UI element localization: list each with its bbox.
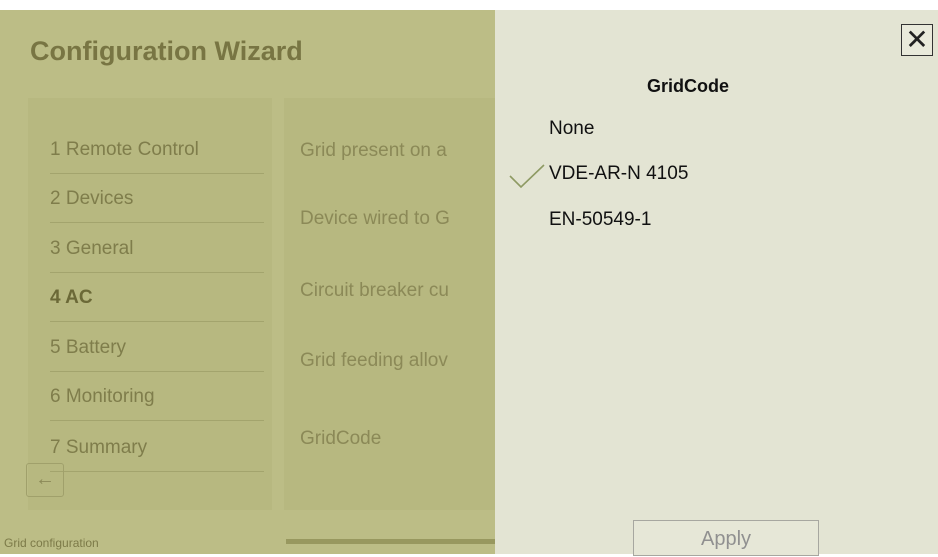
option-none[interactable]: None [549,118,594,140]
page-title: Configuration Wizard [30,36,303,66]
field-grid-present: Grid present on a [300,140,447,161]
checkmark-icon [509,164,545,189]
progress-bar [286,539,495,544]
step-general[interactable]: 3 General [50,225,264,273]
field-circuit-breaker: Circuit breaker cu [300,280,449,301]
field-device-wired: Device wired to G [300,208,450,229]
option-en-50549-1[interactable]: EN-50549-1 [549,209,651,231]
wizard-background: Configuration Wizard 1 Remote Control 2 … [0,10,495,554]
step-monitoring[interactable]: 6 Monitoring [50,373,264,421]
field-gridcode: GridCode [300,428,382,449]
arrow-left-icon: ← [35,468,55,490]
steps-panel: 1 Remote Control 2 Devices 3 General 4 A… [28,98,272,510]
footer-label: Grid configuration [4,536,99,550]
ac-settings-panel: Grid present on a Device wired to G Circ… [284,98,495,510]
step-devices[interactable]: 2 Devices [50,175,264,223]
close-icon: ✕ [905,24,929,55]
option-vde-ar-n-4105[interactable]: VDE-AR-N 4105 [549,163,688,185]
step-remote-control[interactable]: 1 Remote Control [50,126,264,174]
apply-button[interactable]: Apply [633,520,819,556]
step-summary[interactable]: 7 Summary [50,424,264,472]
step-battery[interactable]: 5 Battery [50,324,264,372]
field-grid-feeding: Grid feeding allov [300,350,448,371]
close-button[interactable]: ✕ [901,24,933,56]
dialog-title: GridCode [646,76,729,96]
back-button[interactable]: ← [26,463,64,497]
gridcode-dialog: ✕ GridCode None VDE-AR-N 4105 EN-50549-1… [495,10,938,556]
step-ac[interactable]: 4 AC [50,274,264,322]
